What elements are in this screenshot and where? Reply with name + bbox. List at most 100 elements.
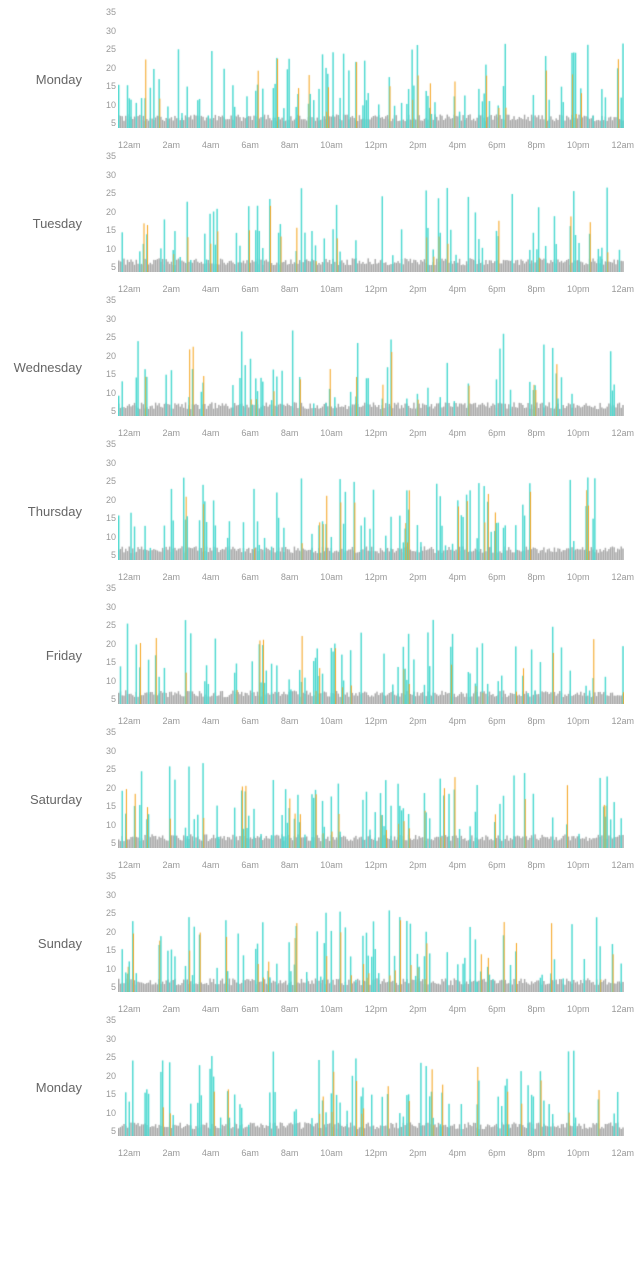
y-tick: 10 (106, 821, 116, 830)
x-tick: 2am (162, 716, 180, 726)
x-tick: 2pm (409, 860, 427, 870)
x-tick: 12pm (365, 860, 388, 870)
y-tick: 30 (106, 891, 116, 900)
y-tick: 10 (106, 389, 116, 398)
x-tick: 12am (611, 428, 634, 438)
x-tick: 10am (320, 428, 343, 438)
x-tick: 10pm (567, 1004, 590, 1014)
x-tick: 8pm (528, 428, 546, 438)
x-tick: 10am (320, 140, 343, 150)
y-tick: 35 (106, 728, 116, 737)
x-tick: 2pm (409, 284, 427, 294)
y-tick: 25 (106, 333, 116, 342)
y-tick: 5 (111, 839, 116, 848)
x-tick: 6am (241, 284, 259, 294)
x-tick: 6pm (488, 1004, 506, 1014)
x-tick: 12pm (365, 284, 388, 294)
y-axis-fri: 3530252015105 (90, 584, 118, 714)
canvas-tue (118, 152, 624, 272)
x-tick: 12am (118, 140, 141, 150)
x-tick: 2pm (409, 572, 427, 582)
y-tick: 30 (106, 27, 116, 36)
y-tick: 25 (106, 45, 116, 54)
y-tick: 20 (106, 208, 116, 217)
y-tick: 20 (106, 496, 116, 505)
x-tick: 2pm (409, 140, 427, 150)
y-tick: 20 (106, 352, 116, 361)
canvas-wed (118, 296, 624, 416)
x-tick: 2pm (409, 1004, 427, 1014)
x-tick: 2am (162, 1148, 180, 1158)
x-axis-tue: 12am2am4am6am8am10am12pm2pm4pm6pm8pm10pm… (118, 282, 634, 294)
x-tick: 6pm (488, 716, 506, 726)
y-tick: 20 (106, 64, 116, 73)
x-tick: 6am (241, 1148, 259, 1158)
y-tick: 15 (106, 802, 116, 811)
x-tick: 2am (162, 428, 180, 438)
canvas-fri (118, 584, 624, 704)
y-tick: 10 (106, 101, 116, 110)
chart-area-fri: 353025201510512am2am4am6am8am10am12pm2pm… (90, 584, 634, 726)
y-tick: 10 (106, 533, 116, 542)
x-tick: 12am (118, 1148, 141, 1158)
y-tick: 30 (106, 459, 116, 468)
chart-area-sun: 353025201510512am2am4am6am8am10am12pm2pm… (90, 872, 634, 1014)
chart-row-wed: Wednesday353025201510512am2am4am6am8am10… (0, 296, 634, 438)
x-tick: 8am (281, 716, 299, 726)
x-tick: 12pm (365, 140, 388, 150)
chart-row-thu: Thursday353025201510512am2am4am6am8am10a… (0, 440, 634, 582)
x-tick: 12am (118, 428, 141, 438)
y-tick: 5 (111, 1127, 116, 1136)
x-tick: 4am (202, 716, 220, 726)
x-tick: 12pm (365, 716, 388, 726)
x-tick: 12am (611, 140, 634, 150)
y-tick: 15 (106, 226, 116, 235)
canvas-mon2 (118, 1016, 624, 1136)
x-tick: 2am (162, 284, 180, 294)
bars-tue (118, 152, 634, 282)
y-tick: 5 (111, 983, 116, 992)
x-axis-sat: 12am2am4am6am8am10am12pm2pm4pm6pm8pm10pm… (118, 858, 634, 870)
x-axis-thu: 12am2am4am6am8am10am12pm2pm4pm6pm8pm10pm… (118, 570, 634, 582)
x-tick: 8pm (528, 284, 546, 294)
x-tick: 4pm (449, 1148, 467, 1158)
chart-row-mon1: Monday353025201510512am2am4am6am8am10am1… (0, 8, 634, 150)
x-tick: 2pm (409, 1148, 427, 1158)
x-tick: 8am (281, 140, 299, 150)
x-tick: 10am (320, 572, 343, 582)
chart-row-fri: Friday353025201510512am2am4am6am8am10am1… (0, 584, 634, 726)
x-tick: 2am (162, 140, 180, 150)
y-tick: 20 (106, 784, 116, 793)
y-tick: 5 (111, 695, 116, 704)
x-tick: 6am (241, 428, 259, 438)
x-tick: 10pm (567, 140, 590, 150)
x-tick: 12pm (365, 1004, 388, 1014)
x-tick: 10am (320, 284, 343, 294)
x-tick: 6am (241, 1004, 259, 1014)
y-axis-wed: 3530252015105 (90, 296, 118, 426)
x-tick: 4pm (449, 1004, 467, 1014)
y-tick: 30 (106, 747, 116, 756)
x-tick: 4am (202, 428, 220, 438)
x-tick: 6pm (488, 860, 506, 870)
day-label-sun: Sunday (0, 872, 90, 1014)
y-tick: 20 (106, 928, 116, 937)
y-tick: 30 (106, 1035, 116, 1044)
canvas-thu (118, 440, 624, 560)
x-tick: 6pm (488, 572, 506, 582)
x-tick: 4am (202, 572, 220, 582)
y-axis-thu: 3530252015105 (90, 440, 118, 570)
y-axis-mon2: 3530252015105 (90, 1016, 118, 1146)
day-label-thu: Thursday (0, 440, 90, 582)
bars-fri (118, 584, 634, 714)
x-tick: 4am (202, 1148, 220, 1158)
x-tick: 8pm (528, 716, 546, 726)
x-tick: 10pm (567, 1148, 590, 1158)
y-axis-sat: 3530252015105 (90, 728, 118, 858)
x-tick: 12am (611, 1148, 634, 1158)
y-tick: 35 (106, 440, 116, 449)
y-tick: 10 (106, 245, 116, 254)
x-tick: 6pm (488, 140, 506, 150)
x-tick: 8pm (528, 1148, 546, 1158)
canvas-sat (118, 728, 624, 848)
